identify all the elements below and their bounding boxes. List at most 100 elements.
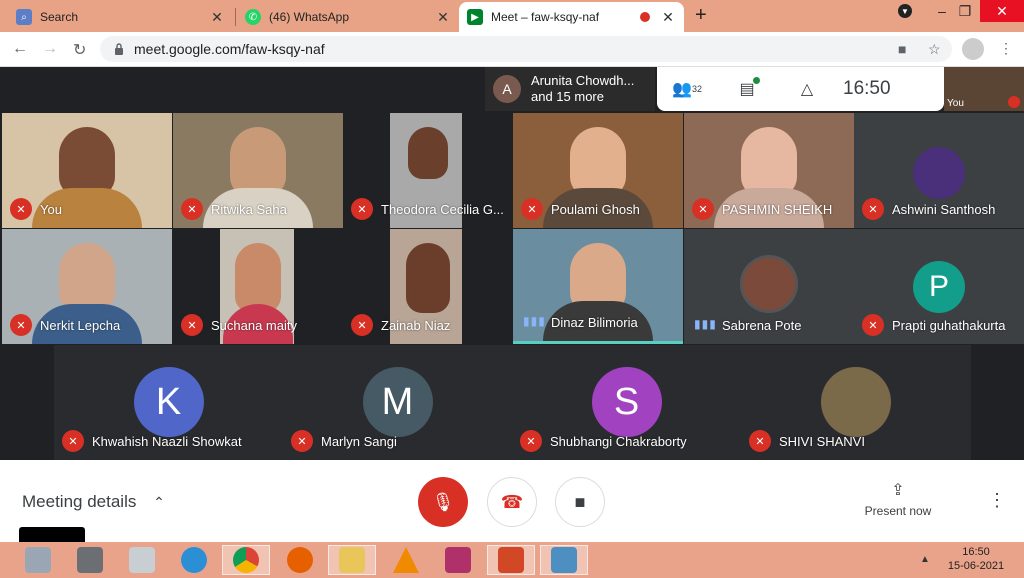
avatar: S xyxy=(591,367,662,437)
participant-name: SHIVI SHANVI xyxy=(779,434,865,449)
tab-title: (46) WhatsApp xyxy=(269,10,350,24)
presenter-pill[interactable]: A Arunita Chowdh... and 15 more xyxy=(485,67,655,111)
drive-icon[interactable] xyxy=(66,545,114,575)
tools-icon[interactable] xyxy=(14,545,62,575)
internet-explorer-icon[interactable] xyxy=(170,545,218,575)
windows-taskbar xyxy=(0,542,1024,578)
participant-tile[interactable]: ✕ You xyxy=(2,113,172,228)
system-date: 15-06-2021 xyxy=(947,560,1005,572)
firefox-icon[interactable] xyxy=(276,545,324,575)
vlc-icon[interactable] xyxy=(382,545,430,575)
system-clock[interactable]: 16:50 15-06-2021 xyxy=(940,545,1012,573)
self-view-thumbnail[interactable]: You xyxy=(944,67,1024,111)
participant-tile[interactable]: ✕ Ritwika Saha xyxy=(173,113,343,228)
tab-whatsapp[interactable]: ✆ (46) WhatsApp ✕ xyxy=(237,2,459,32)
tab-search-dropdown-icon[interactable]: ▼ xyxy=(888,0,922,22)
participant-tile[interactable]: S ✕ Shubhangi Chakraborty xyxy=(512,345,741,460)
chat-button[interactable]: ▤ xyxy=(717,67,777,111)
profile-avatar[interactable] xyxy=(962,38,984,60)
address-bar[interactable]: meet.google.com/faw-ksqy-naf ■ ☆ xyxy=(100,36,952,62)
speaking-indicator-icon: ▮▮▮ xyxy=(523,314,546,328)
tab-search[interactable]: ⌕ Search ✕ xyxy=(8,2,233,32)
avatar: K xyxy=(133,367,204,437)
maximize-icon[interactable]: ❐ xyxy=(948,0,982,22)
participant-tile[interactable]: P ✕ Prapti guhathakurta xyxy=(854,229,1024,344)
participant-tile[interactable]: ✕ Zainab Niaz xyxy=(343,229,513,344)
mic-off-icon: ✕ xyxy=(10,198,32,220)
close-tab-icon[interactable]: ✕ xyxy=(209,9,225,26)
participant-tile[interactable]: ✕ PASHMIN SHEIKH xyxy=(684,113,854,228)
participant-tile[interactable]: ✕ Poulami Ghosh xyxy=(513,113,683,228)
activities-button[interactable]: △ xyxy=(777,67,837,111)
participant-name: Prapti guhathakurta xyxy=(892,318,1006,333)
more-options-icon[interactable]: ⋮ xyxy=(988,490,1006,511)
participant-tile[interactable]: ✕ SHIVI SHANVI xyxy=(741,345,971,460)
meeting-clock: 16:50 xyxy=(843,78,891,99)
present-now-button[interactable]: ⇪ Present now xyxy=(858,480,938,518)
participant-name: Ashwini Santhosh xyxy=(892,202,996,217)
mic-off-icon: ✕ xyxy=(10,314,32,336)
participant-name: You xyxy=(40,202,62,217)
participant-name: Suchana maity xyxy=(211,318,297,333)
powerpoint-icon[interactable] xyxy=(487,545,535,575)
participant-name: Shubhangi Chakraborty xyxy=(550,434,687,449)
tab-divider xyxy=(235,8,236,26)
overlay-patch xyxy=(19,527,85,542)
pill-line-1: Arunita Chowdh... xyxy=(531,73,635,88)
tray-expand-icon[interactable]: ▲ xyxy=(920,554,930,565)
speaking-indicator-icon: ▮▮▮ xyxy=(694,317,717,331)
participant-tile[interactable]: ✕ Suchana maity xyxy=(173,229,343,344)
participant-tile[interactable]: ▮▮▮ Dinaz Bilimoria xyxy=(513,229,683,344)
photo-viewer-icon[interactable] xyxy=(540,545,588,575)
chat-icon: ▤ xyxy=(739,81,755,98)
participant-name: Dinaz Bilimoria xyxy=(551,315,638,330)
leave-call-button[interactable]: ☎ xyxy=(487,477,537,527)
pill-line-2: and 15 more xyxy=(531,89,604,104)
participant-tile[interactable]: K ✕ Khwahish Naazli Showkat xyxy=(54,345,283,460)
file-explorer-icon[interactable] xyxy=(328,545,376,575)
participant-tile[interactable]: ✕ Nerkit Lepcha xyxy=(2,229,172,344)
mic-off-icon: ✕ xyxy=(351,314,373,336)
search-icon: ⌕ xyxy=(16,9,32,25)
close-tab-icon[interactable]: ✕ xyxy=(660,9,676,26)
participant-name: Sabrena Pote xyxy=(722,318,802,333)
participant-name: PASHMIN SHEIKH xyxy=(722,202,833,217)
avatar: A xyxy=(493,75,521,103)
people-icon: 👥 xyxy=(672,81,692,98)
calculator-icon[interactable] xyxy=(118,545,166,575)
participant-tile[interactable]: ▮▮▮ Sabrena Pote xyxy=(684,229,854,344)
chevron-up-icon: ⌃ xyxy=(153,494,165,510)
avatar xyxy=(821,367,891,437)
people-count: 32 xyxy=(691,84,702,94)
mic-off-icon: ✕ xyxy=(692,198,714,220)
browser-toolbar: ← → ↻ meet.google.com/faw-ksqy-naf ■ ☆ ⋮ xyxy=(0,32,1024,67)
forward-icon[interactable]: → xyxy=(42,40,58,58)
mic-off-icon: ✕ xyxy=(521,198,543,220)
activities-icon: △ xyxy=(800,81,814,98)
meeting-details-button[interactable]: Meeting details ⌃ xyxy=(22,492,165,512)
close-window-icon[interactable]: ✕ xyxy=(980,0,1024,22)
reload-icon[interactable]: ↻ xyxy=(73,40,86,60)
mic-off-icon: ✕ xyxy=(181,314,203,336)
tab-title: Meet – faw-ksqy-naf xyxy=(491,10,600,24)
avatar xyxy=(913,147,965,199)
tab-meet[interactable]: ▶ Meet – faw-ksqy-naf ✕ xyxy=(459,2,684,32)
chrome-icon[interactable] xyxy=(222,545,270,575)
meet-info-bar: 👥 32 ▤ △ 16:50 xyxy=(657,67,944,111)
back-icon[interactable]: ← xyxy=(12,40,28,58)
system-time: 16:50 xyxy=(962,546,990,558)
mic-off-icon: ✕ xyxy=(862,314,884,336)
present-screen-icon: ⇪ xyxy=(891,482,905,499)
close-tab-icon[interactable]: ✕ xyxy=(435,9,451,26)
bookmark-star-icon[interactable]: ☆ xyxy=(928,41,941,58)
key-icon[interactable] xyxy=(434,545,482,575)
participant-tile[interactable]: M ✕ Marlyn Sangi xyxy=(283,345,512,460)
camera-permission-icon[interactable]: ■ xyxy=(898,41,906,57)
new-tab-button[interactable]: + xyxy=(695,4,707,27)
mic-toggle-button[interactable]: 🎙 xyxy=(418,477,468,527)
browser-menu-icon[interactable]: ⋮ xyxy=(999,40,1013,57)
camera-toggle-button[interactable]: ■ xyxy=(555,477,605,527)
people-button[interactable]: 👥 32 xyxy=(657,67,717,111)
participant-tile[interactable]: ✕ Theodora Cecilia G... xyxy=(343,113,513,228)
participant-tile[interactable]: ✕ Ashwini Santhosh xyxy=(854,113,1024,228)
